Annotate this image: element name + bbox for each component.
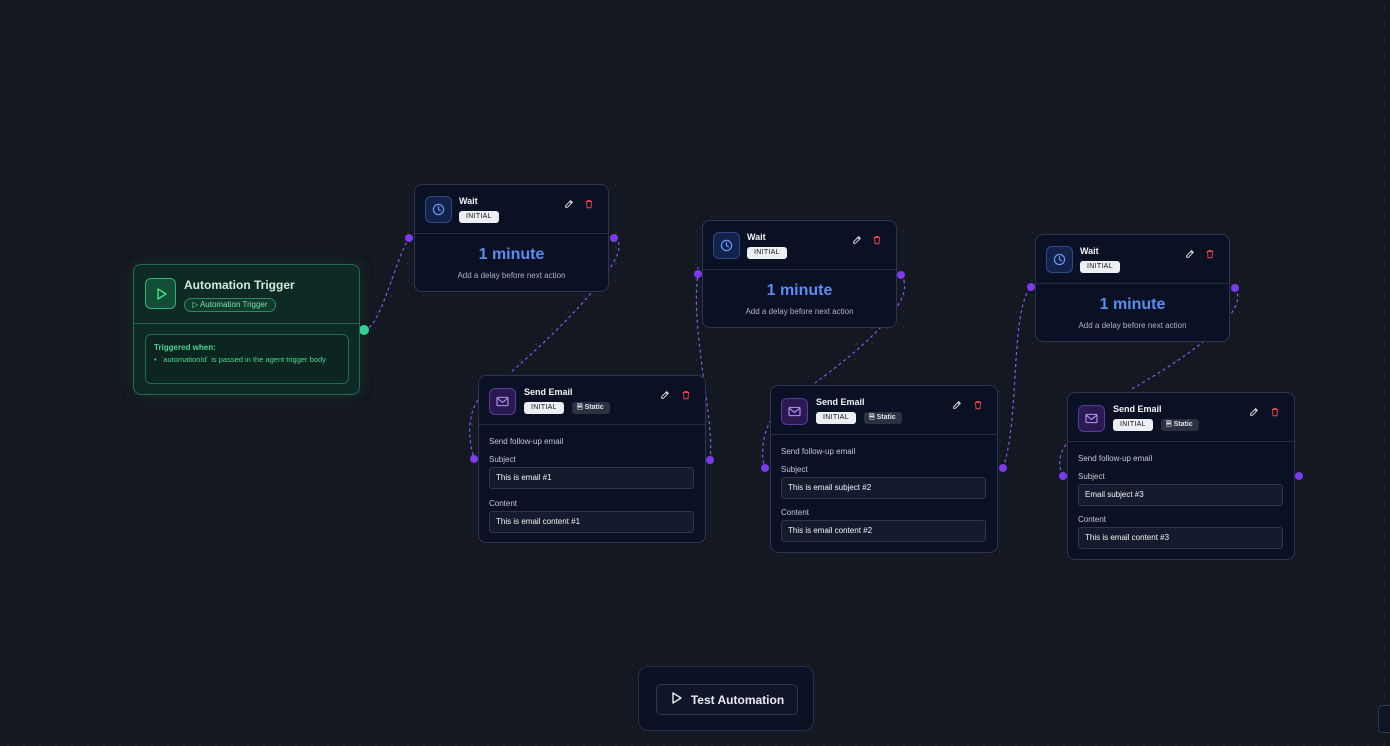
wait-node-header: Wait INITIAL — [1036, 235, 1229, 284]
trash-icon[interactable] — [871, 234, 883, 246]
edit-icon[interactable] — [851, 234, 863, 246]
test-automation-button[interactable]: Test Automation — [656, 684, 798, 715]
status-badge: INITIAL — [747, 247, 787, 259]
content-label: Content — [781, 508, 810, 517]
status-badge: INITIAL — [1113, 419, 1153, 431]
play-icon — [145, 278, 176, 309]
email-node-header: Send Email INITIAL 🗎 Static — [479, 376, 705, 425]
subject-field[interactable]: This is email #1 — [489, 467, 694, 489]
bullet: • — [154, 355, 161, 364]
wait-node-title: Wait — [459, 196, 478, 206]
mail-icon — [489, 388, 516, 415]
edge-trigger-to-wait-1 — [363, 237, 410, 331]
subject-label: Subject — [781, 465, 808, 474]
trigger-condition-title: Triggered when: — [154, 343, 216, 352]
wait-node-title: Wait — [1080, 246, 1099, 256]
status-badge: INITIAL — [524, 402, 564, 414]
email-type-badge: 🗎 Static — [864, 412, 902, 424]
trigger-condition-box: Triggered when: • `automationId` is pass… — [145, 334, 349, 384]
email-description: Send follow-up email — [781, 447, 856, 456]
document-icon: 🗎 — [1166, 421, 1172, 428]
clock-icon — [1046, 246, 1073, 273]
send-email-node-1[interactable]: Send Email INITIAL 🗎 Static Send follow-… — [478, 375, 706, 543]
trigger-header: Automation Trigger ▷ Automation Trigger — [134, 265, 359, 324]
test-automation-label: Test Automation — [690, 692, 785, 707]
wait-node-1[interactable]: Wait INITIAL 1 minute Add a delay before… — [414, 184, 609, 292]
mail-icon — [1078, 405, 1105, 432]
automation-trigger-node[interactable]: Automation Trigger ▷ Automation Trigger … — [133, 264, 360, 395]
wait-description: Add a delay before next action — [745, 307, 854, 316]
edit-icon[interactable] — [563, 198, 575, 210]
send-email-node-2[interactable]: Send Email INITIAL 🗎 Static Send follow-… — [770, 385, 998, 553]
trash-icon[interactable] — [1204, 248, 1216, 260]
trigger-title: Automation Trigger — [184, 278, 295, 292]
email-node-header: Send Email INITIAL 🗎 Static — [771, 386, 997, 435]
email-node-title: Send Email — [524, 387, 573, 397]
wait-node-header: Wait INITIAL — [415, 185, 608, 234]
subject-field[interactable]: Email subject #3 — [1078, 484, 1283, 506]
edge-email-2-to-wait-3 — [1002, 286, 1032, 469]
content-label: Content — [489, 499, 518, 508]
edit-icon[interactable] — [1248, 406, 1260, 418]
email-type-badge: 🗎 Static — [1161, 419, 1199, 431]
content-label: Content — [1078, 515, 1107, 524]
subject-field[interactable]: This is email subject #2 — [781, 477, 986, 499]
email-node-title: Send Email — [1113, 404, 1162, 414]
wait-description: Add a delay before next action — [1078, 321, 1187, 330]
send-email-node-3[interactable]: Send Email INITIAL 🗎 Static Send follow-… — [1067, 392, 1295, 560]
trash-icon[interactable] — [972, 399, 984, 411]
email-node-title: Send Email — [816, 397, 865, 407]
trash-icon[interactable] — [1269, 406, 1281, 418]
status-badge: INITIAL — [816, 412, 856, 424]
wait-node-2[interactable]: Wait INITIAL 1 minute Add a delay before… — [702, 220, 897, 328]
document-icon: 🗎 — [869, 414, 875, 421]
edit-icon[interactable] — [951, 399, 963, 411]
wait-node-title: Wait — [747, 232, 766, 242]
clock-icon — [713, 232, 740, 259]
wait-node-3[interactable]: Wait INITIAL 1 minute Add a delay before… — [1035, 234, 1230, 342]
clock-icon — [425, 196, 452, 223]
email-description: Send follow-up email — [1078, 454, 1153, 463]
mail-icon — [781, 398, 808, 425]
content-field[interactable]: This is email content #3 — [1078, 527, 1283, 549]
trash-icon[interactable] — [680, 389, 692, 401]
edit-icon[interactable] — [1184, 248, 1196, 260]
email-type-badge: 🗎 Static — [572, 402, 610, 414]
edit-icon[interactable] — [659, 389, 671, 401]
wait-duration: 1 minute — [1099, 296, 1166, 313]
wait-duration: 1 minute — [478, 246, 545, 263]
wait-duration: 1 minute — [766, 282, 833, 299]
status-badge: INITIAL — [459, 211, 499, 223]
trigger-type-badge: ▷ Automation Trigger — [184, 298, 276, 312]
play-icon — [670, 691, 683, 708]
email-node-header: Send Email INITIAL 🗎 Static — [1068, 393, 1294, 442]
wait-node-header: Wait INITIAL — [703, 221, 896, 270]
subject-label: Subject — [489, 455, 516, 464]
email-description: Send follow-up email — [489, 437, 564, 446]
subject-label: Subject — [1078, 472, 1105, 481]
canvas-controls-toggle[interactable] — [1378, 705, 1390, 733]
trigger-condition-item: • `automationId` is passed in the agent … — [154, 355, 326, 364]
trash-icon[interactable] — [583, 198, 595, 210]
document-icon: 🗎 — [577, 404, 583, 411]
wait-description: Add a delay before next action — [457, 271, 566, 280]
status-badge: INITIAL — [1080, 261, 1120, 273]
content-field[interactable]: This is email content #1 — [489, 511, 694, 533]
content-field[interactable]: This is email content #2 — [781, 520, 986, 542]
play-icon: ▷ — [192, 300, 199, 309]
test-automation-panel: Test Automation — [638, 666, 814, 731]
